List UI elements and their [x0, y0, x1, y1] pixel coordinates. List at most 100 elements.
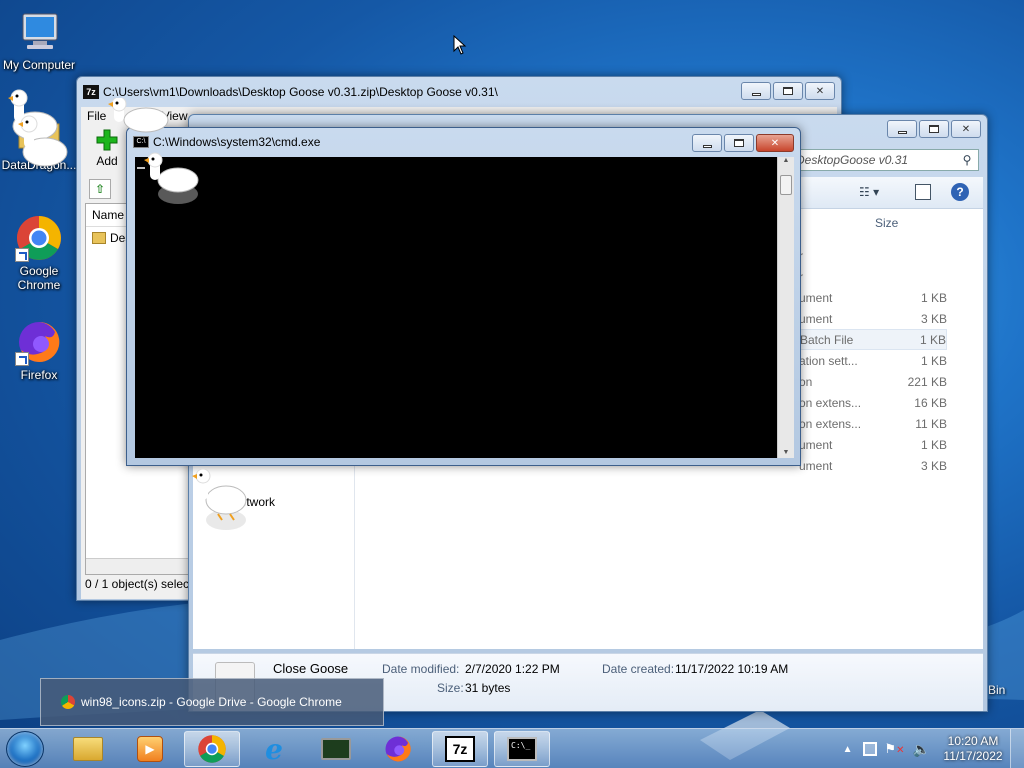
- desktop-icon-google-chrome[interactable]: Google Chrome: [0, 214, 78, 292]
- taskbar-explorer[interactable]: [60, 731, 116, 767]
- desktop-icon-datadragon[interactable]: DataDragon...: [0, 108, 78, 172]
- clock-time: 10:20 AM: [947, 734, 999, 748]
- network-icon[interactable]: [862, 742, 877, 756]
- action-center-icon[interactable]: ⚑✕: [885, 741, 905, 757]
- table-row[interactable]: ument 1 KB: [799, 287, 947, 308]
- minimize-icon: [751, 92, 761, 96]
- desktop-icon-my-computer[interactable]: My Computer: [0, 8, 78, 72]
- taskbar: ▶ e 7z C:\_ ▲ ⚑✕ 🔈 10:20 AM 11/17/2022: [0, 728, 1024, 768]
- taskbar-cmd[interactable]: C:\_: [494, 731, 550, 767]
- desktop-icon-firefox[interactable]: Firefox: [0, 318, 78, 382]
- column-header-size[interactable]: Size: [875, 216, 898, 230]
- taskbar-tooltip[interactable]: win98_icons.zip - Google Drive - Google …: [40, 678, 384, 726]
- close-button[interactable]: ✕: [756, 134, 794, 152]
- search-box[interactable]: DesktopGoose v0.31 ⚲: [789, 149, 979, 171]
- taskbar-7zip[interactable]: 7z: [432, 731, 488, 767]
- menu-view[interactable]: View: [162, 109, 188, 123]
- internet-explorer-icon: e: [265, 732, 283, 766]
- table-row[interactable]: on extens... 11 KB: [799, 413, 947, 434]
- view-options-icon[interactable]: ☷ ▾: [859, 185, 879, 199]
- mouse-cursor-icon: [453, 35, 467, 55]
- scroll-up-icon[interactable]: ▲: [778, 157, 794, 164]
- show-desktop-button[interactable]: [1010, 729, 1024, 768]
- table-row[interactable]: ument 3 KB: [799, 308, 947, 329]
- row-type: ument: [799, 458, 833, 473]
- search-input: DesktopGoose v0.31: [796, 153, 909, 167]
- search-icon: ⚲: [962, 153, 972, 167]
- media-player-icon: ▶: [137, 736, 163, 762]
- taskbar-chrome[interactable]: [184, 731, 240, 767]
- details-date-modified-label: Date modified:: [382, 662, 460, 676]
- cmd-app-icon: C:\: [133, 136, 149, 148]
- preview-pane-icon[interactable]: [915, 184, 931, 200]
- table-row[interactable]: ation sett... 1 KB: [799, 350, 947, 371]
- task-manager-icon: [321, 738, 351, 760]
- close-button[interactable]: ✕: [805, 82, 835, 100]
- minimize-button[interactable]: [741, 82, 771, 100]
- menu-file[interactable]: File: [87, 109, 106, 123]
- menu-bar: File Edit View: [87, 109, 202, 123]
- table-row[interactable]: ument 3 KB: [799, 455, 947, 476]
- cmd-titlebar[interactable]: C:\ C:\Windows\system32\cmd.exe ✕: [127, 128, 800, 156]
- scroll-down-icon[interactable]: ▼: [778, 449, 794, 456]
- table-row[interactable]: ument 1 KB: [799, 434, 947, 455]
- horizontal-scrollbar[interactable]: [86, 558, 194, 574]
- start-button[interactable]: [6, 731, 44, 767]
- add-label: Add: [96, 154, 118, 168]
- recycle-bin-label[interactable]: Bin: [988, 683, 1005, 697]
- cmd-window[interactable]: C:\ C:\Windows\system32\cmd.exe ✕ ▲ ▼: [126, 127, 801, 466]
- window-title: C:\Users\vm1\Downloads\Desktop Goose v0.…: [103, 85, 498, 99]
- maximize-button[interactable]: [773, 82, 803, 100]
- row-size: 3 KB: [920, 311, 947, 326]
- clock[interactable]: 10:20 AM 11/17/2022: [936, 734, 1010, 764]
- minimize-button[interactable]: [887, 120, 917, 138]
- chrome-icon: [61, 695, 75, 709]
- taskbar-task-manager[interactable]: [308, 731, 364, 767]
- desktop-icon-label: My Computer: [2, 58, 76, 72]
- chrome-icon: [198, 735, 226, 763]
- text-cursor: [137, 167, 145, 169]
- scroll-thumb[interactable]: [780, 175, 792, 195]
- row-type: on extens...: [799, 395, 862, 410]
- menu-edit[interactable]: Edit: [124, 109, 145, 123]
- add-button[interactable]: Add: [89, 129, 125, 168]
- show-hidden-icons-icon[interactable]: ▲: [843, 744, 853, 755]
- sevenzip-titlebar[interactable]: 7z C:\Users\vm1\Downloads\Desktop Goose …: [77, 77, 841, 107]
- minimize-icon: [702, 144, 712, 148]
- maximize-button[interactable]: [919, 120, 949, 138]
- table-row[interactable]: r: [799, 245, 947, 266]
- taskbar-internet-explorer[interactable]: e: [246, 731, 302, 767]
- taskbar-media-player[interactable]: ▶: [122, 731, 178, 767]
- volume-icon[interactable]: 🔈: [913, 741, 930, 758]
- console-area[interactable]: [135, 157, 777, 458]
- desktop-icon-label: Google Chrome: [17, 264, 61, 292]
- maximize-button[interactable]: [724, 134, 754, 152]
- close-button[interactable]: ✕: [951, 120, 981, 138]
- clock-date: 11/17/2022: [943, 749, 1003, 763]
- folder-icon: [92, 232, 106, 244]
- table-row-selected[interactable]: Batch File 1 KB: [799, 329, 947, 350]
- minimize-button[interactable]: [692, 134, 722, 152]
- help-icon[interactable]: ?: [951, 183, 969, 201]
- table-row[interactable]: on 221 KB: [799, 371, 947, 392]
- table-row[interactable]: on extens... 16 KB: [799, 392, 947, 413]
- details-file-name: Close Goose: [273, 661, 349, 676]
- row-size: 1 KB: [919, 332, 946, 347]
- row-size: 1 KB: [920, 437, 947, 452]
- maximize-icon: [783, 87, 793, 95]
- sevenzip-app-icon: 7z: [83, 85, 99, 99]
- status-text: 0 / 1 object(s) selected: [85, 577, 195, 591]
- shortcut-arrow-icon: [15, 352, 29, 366]
- maximize-icon: [734, 139, 744, 147]
- add-icon: [96, 129, 118, 151]
- vertical-scrollbar[interactable]: ▲ ▼: [777, 157, 794, 458]
- shortcut-arrow-icon: [15, 248, 29, 262]
- close-icon: ✕: [815, 85, 825, 97]
- nav-item-network[interactable]: Network: [231, 495, 275, 509]
- up-folder-button[interactable]: ⇧: [89, 179, 111, 199]
- explorer-folder-icon: [73, 737, 103, 761]
- sevenzip-icon: 7z: [445, 736, 475, 762]
- table-row[interactable]: r: [799, 266, 947, 287]
- row-size: 221 KB: [907, 374, 947, 389]
- taskbar-firefox[interactable]: [370, 731, 426, 767]
